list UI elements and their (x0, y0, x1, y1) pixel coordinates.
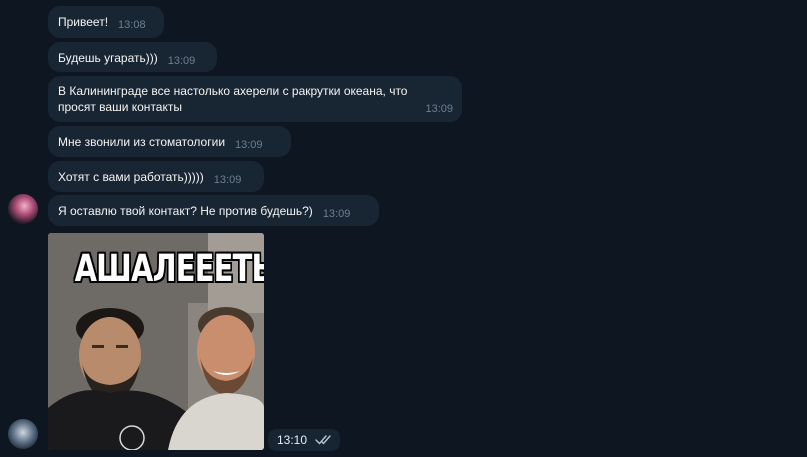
message-text: Я оставлю твой контакт? Не против будешь… (58, 204, 313, 218)
message-time: 13:09 (213, 174, 242, 186)
incoming-message[interactable]: Привеет! 13:08 (48, 6, 164, 38)
incoming-message[interactable]: Хотят с вами работать))))) 13:09 (48, 161, 264, 192)
message-text: Привеет! (58, 15, 109, 29)
message-time: 13:09 (425, 103, 453, 115)
message-text: Будешь угарать))) (58, 51, 158, 65)
incoming-message[interactable]: Я оставлю твой контакт? Не против будешь… (48, 195, 379, 226)
message-time: 13:09 (235, 139, 263, 151)
photo-timestamp: 13:10 (268, 429, 340, 451)
message-text: Мне звонили из стоматологии (58, 135, 226, 149)
sender-avatar[interactable] (8, 194, 38, 224)
message-time: 13:09 (167, 55, 196, 67)
meme-caption: АШАЛЕЕЕТЬ (74, 247, 264, 290)
message-text: Хотят с вами работать))))) (58, 170, 204, 184)
message-time: 13:08 (118, 19, 146, 31)
meme-photo[interactable]: АШАЛЕЕЕТЬ (48, 233, 264, 450)
photo-time: 13:10 (277, 433, 308, 447)
incoming-message[interactable]: Будешь угарать))) 13:09 (48, 42, 217, 72)
message-text: В Калининграде все настолько ахерели с р… (58, 84, 408, 114)
incoming-message[interactable]: Мне звонили из стоматологии 13:09 (48, 126, 291, 157)
incoming-message[interactable]: В Калининграде все настолько ахерели с р… (48, 76, 462, 122)
message-time: 13:09 (322, 208, 351, 220)
chat-history: Привеет! 13:08 Будешь угарать))) 13:09 В К… (0, 0, 807, 457)
sender-avatar[interactable] (8, 419, 38, 449)
double-check-icon (315, 435, 331, 445)
